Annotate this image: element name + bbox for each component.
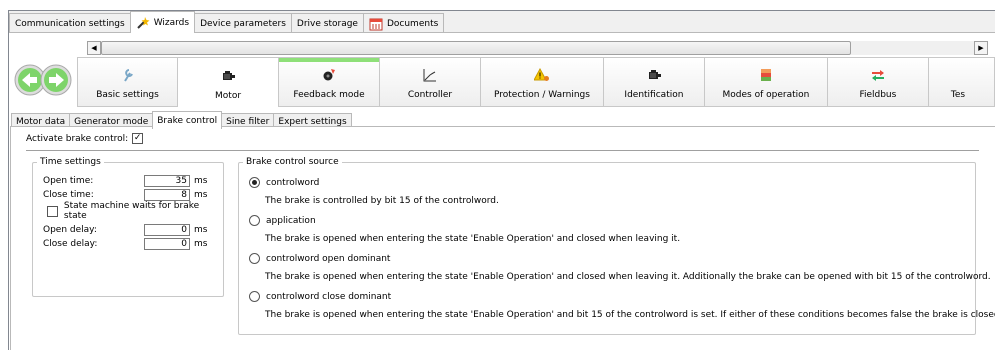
tab-brake-control[interactable]: Brake control [152, 111, 223, 129]
close-delay-row: Close delay: 0 ms [43, 238, 207, 250]
top-tab-strip: Communication settings Wizards Device pa… [9, 11, 445, 33]
fieldbus-arrows-icon [871, 68, 885, 82]
radio-label: controlword open dominant [266, 253, 391, 264]
unit-label: ms [194, 225, 208, 235]
activate-brake-label: Activate brake control: [26, 133, 129, 144]
tab-label: Device parameters [200, 18, 286, 29]
radio-label: controlword close dominant [266, 291, 392, 302]
step-label: Motor [215, 91, 242, 101]
wizard-steps: Basic settings Motor Feedback mode Contr… [77, 57, 995, 107]
state-machine-checkbox[interactable] [47, 205, 58, 217]
controller-curve-icon [423, 68, 437, 82]
open-delay-input[interactable]: 0 [144, 224, 190, 236]
tab-label: Communication settings [15, 18, 125, 29]
activate-brake-checkbox[interactable]: ✓ [132, 133, 144, 144]
step-basic-settings[interactable]: Basic settings [77, 57, 179, 107]
tab-label: Drive storage [296, 18, 358, 29]
step-protection-warnings[interactable]: Protection / Warnings [480, 57, 604, 107]
unit-label: ms [194, 176, 208, 186]
state-machine-row: State machine waits for brake state [47, 201, 223, 221]
motor-icon [221, 69, 236, 83]
open-delay-label: Open delay: [43, 225, 97, 235]
warning-icon [533, 68, 550, 82]
radio-button[interactable] [249, 215, 260, 226]
modes-icon [759, 68, 773, 82]
step-label: Identification [624, 90, 684, 100]
step-label: Modes of operation [722, 90, 810, 100]
wand-icon [136, 16, 150, 30]
open-delay-row: Open delay: 0 ms [43, 224, 207, 236]
brake-control-source-group: Brake control source controlword The bra… [238, 157, 995, 335]
radio-button[interactable] [249, 177, 260, 188]
brake-source-legend: Brake control source [246, 157, 339, 167]
divider [26, 150, 979, 151]
time-settings-legend: Time settings [40, 157, 101, 167]
scroll-thumb[interactable] [101, 41, 851, 55]
feedback-icon [322, 68, 336, 82]
step-identification[interactable]: Identification [603, 57, 705, 107]
wizard-nav-buttons [13, 59, 75, 101]
step-label: Basic settings [96, 90, 159, 100]
step-modes-of-operation[interactable]: Modes of operation [704, 57, 828, 107]
scroll-right-button[interactable]: ▶ [974, 41, 988, 55]
open-time-input[interactable]: 35 [144, 175, 190, 187]
tab-label: Wizards [153, 17, 190, 28]
unit-label: ms [194, 239, 208, 249]
close-time-row: Close time: 8 ms [43, 189, 207, 201]
close-delay-label: Close delay: [43, 239, 98, 249]
tab-wizards[interactable]: Wizards [129, 11, 196, 33]
option-description: The brake is opened when entering the st… [265, 272, 991, 282]
radio-label: controlword [266, 177, 320, 188]
step-label: Protection / Warnings [493, 90, 590, 100]
open-time-label: Open time: [43, 176, 94, 186]
tab-drive-storage[interactable]: Drive storage [290, 13, 364, 33]
wrench-icon [122, 68, 134, 82]
close-delay-input[interactable]: 0 [144, 238, 190, 250]
radio-application[interactable]: application [249, 215, 316, 226]
activate-brake-row: Activate brake control: ✓ [26, 133, 144, 144]
step-label: Controller [407, 90, 453, 100]
option-description: The brake is controlled by bit 15 of the… [265, 196, 499, 206]
left-edge-line [10, 126, 11, 350]
tab-documents[interactable]: Documents [362, 13, 445, 33]
step-controller[interactable]: Controller [380, 57, 481, 107]
option-description: The brake is opened when entering the st… [265, 234, 681, 244]
option-description: The brake is opened when entering the st… [265, 310, 995, 320]
tab-communication-settings[interactable]: Communication settings [9, 13, 131, 33]
radio-controlword-close-dominant[interactable]: controlword close dominant [249, 291, 391, 302]
radio-controlword[interactable]: controlword [249, 177, 319, 188]
scroll-track[interactable] [851, 41, 974, 55]
state-machine-label: State machine waits for brake state [63, 201, 200, 221]
close-time-label: Close time: [43, 190, 94, 200]
step-label: Feedback mode [293, 90, 365, 100]
close-time-input[interactable]: 8 [144, 189, 190, 201]
step-label: Tes [950, 90, 966, 100]
step-test[interactable]: Tes [928, 57, 995, 107]
motor-icon [647, 68, 661, 82]
wizard-scrollbar[interactable]: ◀ ▶ [87, 41, 988, 55]
radio-button[interactable] [249, 291, 260, 302]
tab-label: Documents [386, 18, 439, 29]
time-settings-group: Time settings Open time: 35 ms Close tim… [32, 157, 224, 297]
forward-arrow-icon[interactable] [40, 64, 72, 96]
radio-label: application [266, 215, 316, 226]
calendar-icon [369, 17, 383, 31]
scroll-left-button[interactable]: ◀ [87, 41, 101, 55]
step-motor[interactable]: Motor [178, 57, 280, 107]
tab-device-parameters[interactable]: Device parameters [194, 13, 292, 33]
step-feedback-mode[interactable]: Feedback mode [279, 57, 380, 107]
step-label: Fieldbus [859, 90, 897, 100]
open-time-row: Open time: 35 ms [43, 175, 207, 187]
step-fieldbus[interactable]: Fieldbus [827, 57, 929, 107]
unit-label: ms [194, 190, 208, 200]
radio-button[interactable] [249, 253, 260, 264]
radio-controlword-open-dominant[interactable]: controlword open dominant [249, 253, 390, 264]
